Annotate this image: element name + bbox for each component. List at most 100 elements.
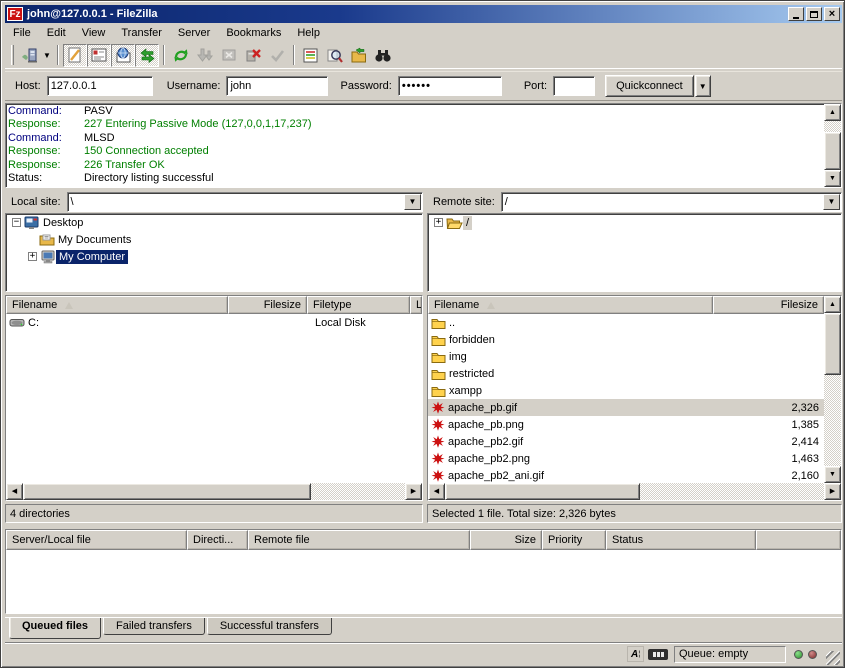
menu-edit[interactable]: Edit	[39, 25, 74, 41]
local-directory-tree[interactable]: − Desktop My Documents + My Computer	[5, 213, 423, 292]
column-header-direction[interactable]: Directi...	[187, 530, 248, 550]
log-scrollbar[interactable]: ▲ ▼	[824, 104, 841, 187]
scroll-up-icon[interactable]: ▲	[824, 104, 841, 121]
toolbar: ▼	[5, 42, 842, 69]
process-queue-button[interactable]	[193, 44, 217, 67]
file-row[interactable]: apache_pb2.gif 2,414	[428, 433, 824, 450]
file-row-c-drive[interactable]: C: Local Disk	[6, 314, 422, 331]
close-button[interactable]: ×	[824, 7, 840, 21]
menu-help[interactable]: Help	[289, 25, 328, 41]
file-row[interactable]: img	[428, 348, 824, 365]
tree-item-root[interactable]: + /	[428, 214, 841, 231]
filter-button[interactable]	[299, 44, 323, 67]
directory-comparison-button[interactable]	[323, 44, 347, 67]
column-header-priority[interactable]: Priority	[542, 530, 606, 550]
remote-site-label: Remote site:	[427, 191, 501, 212]
image-file-icon	[431, 469, 445, 482]
column-header-status[interactable]: Status	[606, 530, 756, 550]
file-row[interactable]: apache_pb2.png 1,463	[428, 450, 824, 467]
column-header-lastmodified[interactable]: L	[410, 296, 422, 314]
maximize-button[interactable]	[806, 7, 822, 21]
remote-vertical-scrollbar[interactable]: ▲ ▼	[824, 296, 841, 483]
tree-item-my-documents[interactable]: My Documents	[6, 231, 422, 248]
toggle-local-tree-button[interactable]	[87, 44, 111, 67]
expand-icon[interactable]: +	[28, 252, 37, 261]
tab-failed-transfers[interactable]: Failed transfers	[103, 618, 205, 635]
chevron-down-icon[interactable]: ▼	[404, 194, 421, 210]
toggle-remote-tree-button[interactable]	[111, 44, 135, 67]
port-input[interactable]	[553, 76, 595, 96]
title-bar[interactable]: Fz john@127.0.0.1 - FileZilla ×	[5, 5, 842, 23]
scrollbar-thumb[interactable]	[445, 483, 640, 500]
column-header-size[interactable]: Size	[470, 530, 542, 550]
disconnect-button[interactable]	[241, 44, 265, 67]
scroll-left-icon[interactable]: ◀	[428, 483, 445, 500]
tree-item-my-computer[interactable]: + My Computer	[6, 248, 422, 265]
quickconnect-dropdown[interactable]: ▼	[695, 75, 711, 97]
column-header-remote-file[interactable]: Remote file	[248, 530, 470, 550]
cancel-button[interactable]	[217, 44, 241, 67]
username-label: Username:	[167, 80, 221, 92]
menu-view[interactable]: View	[74, 25, 114, 41]
site-manager-button[interactable]	[17, 44, 41, 67]
reconnect-button[interactable]	[265, 44, 289, 67]
column-header-filename[interactable]: Filename	[6, 296, 228, 314]
column-header-filesize[interactable]: Filesize	[228, 296, 307, 314]
tab-successful-transfers[interactable]: Successful transfers	[207, 618, 332, 635]
scroll-down-icon[interactable]: ▼	[824, 466, 841, 483]
local-site-combo[interactable]: \ ▼	[67, 192, 423, 212]
ascii-data-type-icon[interactable]: A¦	[627, 646, 644, 662]
directory-filter-icon	[302, 47, 320, 64]
remote-horizontal-scrollbar[interactable]: ◀ ▶	[428, 483, 841, 500]
find-files-button[interactable]	[371, 44, 395, 67]
scrollbar-thumb[interactable]	[824, 313, 841, 375]
site-manager-dropdown[interactable]: ▼	[41, 44, 53, 67]
tree-item-desktop[interactable]: − Desktop	[6, 214, 422, 231]
refresh-button[interactable]	[169, 44, 193, 67]
password-input[interactable]	[398, 76, 502, 96]
file-row[interactable]: xampp	[428, 382, 824, 399]
menu-server[interactable]: Server	[170, 25, 218, 41]
file-row[interactable]: forbidden	[428, 331, 824, 348]
synchronized-browsing-icon	[350, 47, 368, 64]
remote-directory-tree[interactable]: + /	[427, 213, 842, 292]
tab-queued-files[interactable]: Queued files	[9, 618, 101, 639]
menu-file[interactable]: File	[5, 25, 39, 41]
resize-grip[interactable]	[826, 651, 840, 665]
toggle-queue-button[interactable]	[135, 44, 159, 67]
speed-limit-indicator-icon[interactable]	[648, 649, 668, 660]
chevron-down-icon[interactable]: ▼	[823, 194, 840, 210]
column-header-server-local-file[interactable]: Server/Local file	[6, 530, 187, 550]
remote-site-combo[interactable]: / ▼	[501, 192, 842, 212]
toggle-message-log-button[interactable]	[63, 44, 87, 67]
scroll-right-icon[interactable]: ▶	[405, 483, 422, 500]
scroll-up-icon[interactable]: ▲	[824, 296, 841, 313]
scrollbar-thumb[interactable]	[23, 483, 311, 500]
queue-status-field: Queue: empty	[674, 646, 786, 663]
collapse-icon[interactable]: −	[12, 218, 21, 227]
file-row[interactable]: apache_pb2_ani.gif 2,160	[428, 467, 824, 484]
scroll-down-icon[interactable]: ▼	[824, 170, 841, 187]
local-list-body[interactable]: C: Local Disk	[6, 314, 422, 483]
quickconnect-button[interactable]: Quickconnect	[605, 75, 694, 97]
expand-icon[interactable]: +	[434, 218, 443, 227]
scrollbar-thumb[interactable]	[824, 132, 841, 170]
column-header-filesize[interactable]: Filesize	[713, 296, 824, 314]
column-header-filename[interactable]: Filename	[428, 296, 713, 314]
file-row[interactable]: apache_pb.png 1,385	[428, 416, 824, 433]
minimize-button[interactable]	[788, 7, 804, 21]
menu-transfer[interactable]: Transfer	[113, 25, 170, 41]
synchronized-browsing-button[interactable]	[347, 44, 371, 67]
username-input[interactable]	[226, 76, 328, 96]
scroll-left-icon[interactable]: ◀	[6, 483, 23, 500]
column-header-filetype[interactable]: Filetype	[307, 296, 410, 314]
queue-body[interactable]	[6, 550, 841, 613]
remote-list-body[interactable]: .. forbidden img restricted	[428, 314, 824, 484]
local-horizontal-scrollbar[interactable]: ◀ ▶	[6, 483, 422, 500]
menu-bookmarks[interactable]: Bookmarks	[218, 25, 289, 41]
file-row[interactable]: ..	[428, 314, 824, 331]
host-input[interactable]	[47, 76, 153, 96]
file-row[interactable]: restricted	[428, 365, 824, 382]
file-row-selected[interactable]: apache_pb.gif 2,326	[428, 399, 824, 416]
scroll-right-icon[interactable]: ▶	[824, 483, 841, 500]
